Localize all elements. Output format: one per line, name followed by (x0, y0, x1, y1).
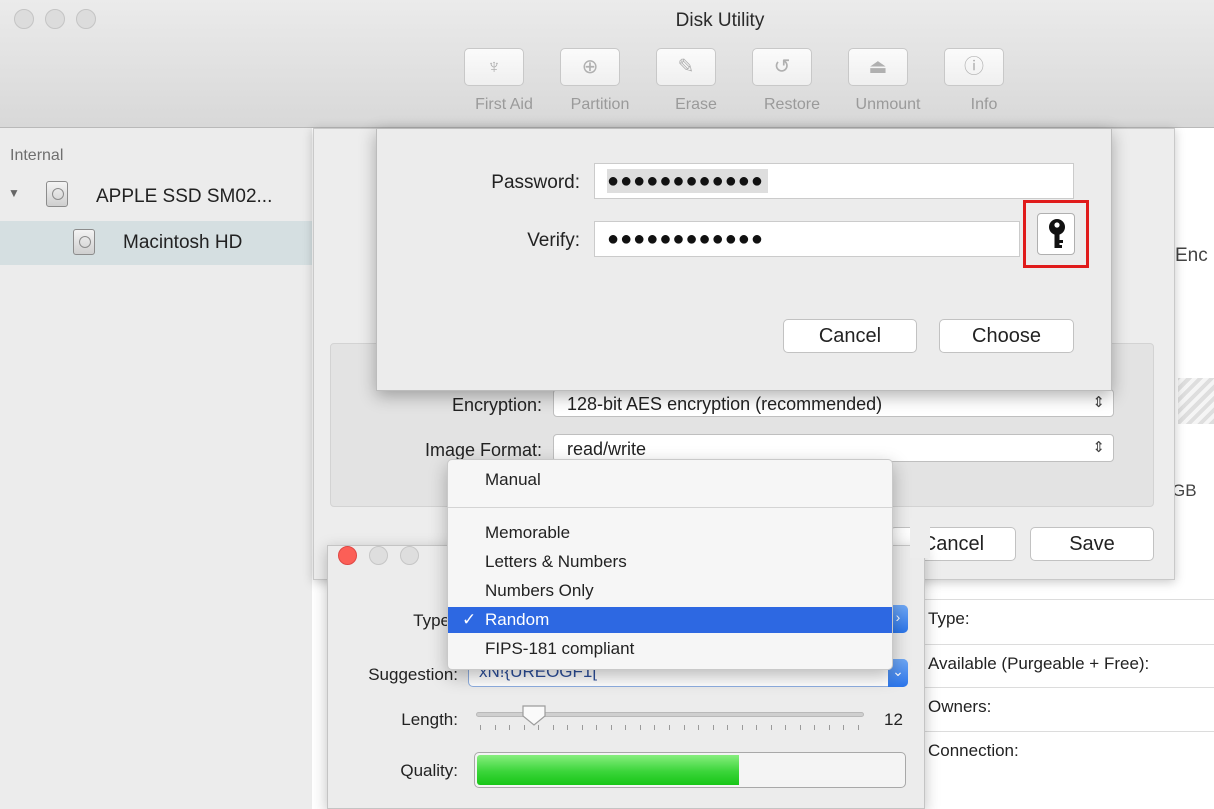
cancel-button-overlap (910, 518, 930, 558)
stethoscope-icon: ♆ (486, 56, 502, 78)
assistant-close-button[interactable] (338, 546, 357, 565)
capacity-value-partial: GB (1172, 481, 1197, 500)
slider-tick (698, 725, 700, 730)
encryption-value: 128-bit AES encryption (recommended) (567, 394, 883, 414)
popup-arrows-icon: ⇕ (1092, 439, 1105, 456)
hard-drive-icon (46, 181, 68, 207)
info-row-type: Type: (910, 599, 1214, 637)
sidebar-item-disk-label: APPLE SSD SM02... (96, 186, 273, 207)
unmount-button[interactable]: ⏏ (848, 48, 908, 86)
choose-button[interactable]: Choose (939, 319, 1074, 353)
slider-tick (669, 725, 670, 730)
disclosure-triangle-icon[interactable]: ▼ (8, 186, 20, 200)
menu-separator (448, 507, 892, 508)
verify-value: ●●●●●●●●●●●● (607, 228, 764, 250)
menu-item-memorable[interactable]: Memorable (448, 520, 892, 546)
slider-tick (785, 725, 787, 730)
erase-button[interactable]: ✎ (656, 48, 716, 86)
sidebar-section-internal: Internal (10, 147, 64, 164)
length-slider-knob[interactable] (521, 704, 547, 726)
quality-meter (474, 752, 906, 788)
menu-item-fips-181[interactable]: FIPS-181 compliant (448, 636, 892, 662)
password-label: Password: (491, 172, 580, 193)
slider-tick (610, 725, 612, 730)
verify-label: Verify: (527, 230, 580, 251)
menu-item-letters-numbers[interactable]: Letters & Numbers (448, 549, 892, 575)
assistant-minimize-button[interactable] (369, 546, 388, 565)
password-cancel-button[interactable]: Cancel (783, 319, 917, 353)
info-row-available: Available (Purgeable + Free): (910, 644, 1214, 682)
slider-tick (727, 725, 729, 730)
password-value: ●●●●●●●●●●●● (607, 169, 768, 193)
restore-button[interactable]: ↺ (752, 48, 812, 86)
first-aid-button[interactable]: ♆ (464, 48, 524, 86)
info-icon: ⓘ (964, 56, 984, 78)
slider-tick (814, 725, 816, 730)
info-label: Info (970, 96, 998, 113)
slider-tick (509, 725, 511, 730)
slider-tick (741, 725, 743, 730)
menu-item-random[interactable]: ✓ Random (448, 607, 892, 633)
restore-icon: ↺ (773, 56, 791, 78)
partition-label: Partition (570, 96, 630, 113)
menu-item-random-label: Random (485, 610, 550, 629)
slider-tick (828, 725, 830, 730)
first-aid-label: First Aid (475, 96, 533, 113)
slider-tick (858, 725, 859, 730)
image-format-label: Image Format: (424, 440, 542, 460)
slider-tick (756, 725, 758, 730)
sidebar-item-volume-label: Macintosh HD (123, 232, 243, 253)
password-field[interactable]: ●●●●●●●●●●●● (594, 163, 1074, 199)
eject-icon: ⏏ (868, 56, 888, 78)
slider-tick (654, 725, 656, 730)
slider-tick (581, 725, 583, 730)
suggestion-label: Suggestion: (368, 665, 458, 684)
image-format-popup[interactable]: read/write ⇕ (553, 434, 1114, 462)
partition-pie-icon: ⊕ (581, 56, 599, 78)
popup-arrows-icon: ⇕ (1092, 394, 1105, 411)
slider-tick (770, 725, 772, 730)
restore-label: Restore (763, 96, 821, 113)
slider-tick (683, 725, 685, 730)
encryption-popup[interactable]: 128-bit AES encryption (recommended) ⇕ (553, 389, 1114, 417)
slider-tick (625, 725, 627, 730)
slider-tick (843, 725, 845, 730)
volume-heading-partial: Enc (1175, 245, 1208, 266)
erase-icon: ✎ (677, 56, 695, 78)
checkmark-icon: ✓ (462, 610, 477, 629)
slider-tick (494, 725, 496, 730)
volume-icon (73, 229, 95, 255)
quality-meter-fill (477, 755, 740, 785)
length-value: 12 (884, 710, 903, 729)
menu-item-manual[interactable]: Manual (448, 467, 892, 493)
slider-tick (639, 725, 641, 730)
slider-tick (480, 725, 481, 730)
info-row-connection: Connection: (910, 731, 1214, 769)
window-title: Disk Utility (675, 10, 765, 31)
slider-tick (712, 725, 714, 730)
info-row-owners: Owners: (910, 687, 1214, 725)
capacity-bar-hatch (1178, 378, 1214, 424)
quality-label: Quality: (400, 761, 458, 780)
key-icon (1049, 219, 1065, 248)
menu-item-numbers-only[interactable]: Numbers Only (448, 578, 892, 604)
image-format-value: read/write (567, 439, 647, 459)
erase-label: Erase (675, 96, 717, 113)
info-button[interactable]: ⓘ (944, 48, 1004, 86)
slider-tick (567, 725, 569, 730)
slider-tick (552, 725, 554, 730)
length-label: Length: (401, 710, 458, 729)
type-label: Type (413, 611, 450, 630)
slider-tick (596, 725, 598, 730)
verify-field[interactable]: ●●●●●●●●●●●● (594, 221, 1020, 257)
unmount-label: Unmount (855, 96, 921, 113)
save-button[interactable]: Save (1030, 527, 1154, 561)
encryption-label: Encryption: (451, 395, 542, 415)
assistant-zoom-button[interactable] (400, 546, 419, 565)
slider-tick (799, 725, 801, 730)
partition-button[interactable]: ⊕ (560, 48, 620, 86)
password-assistant-button[interactable] (1037, 213, 1075, 255)
